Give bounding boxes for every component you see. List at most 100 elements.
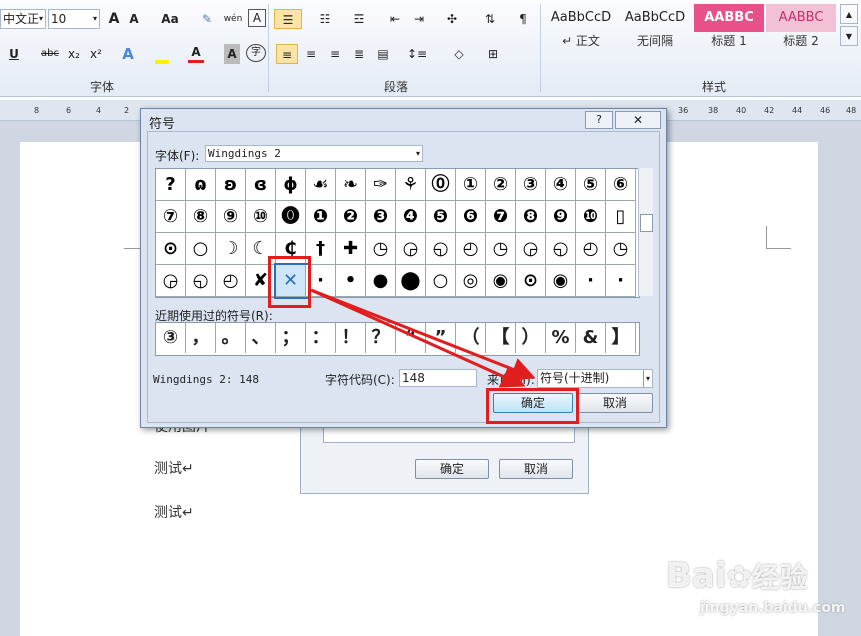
- symbol-cell[interactable]: ❼: [486, 201, 516, 233]
- symbol-cell[interactable]: ⓪: [426, 169, 456, 201]
- symbol-cell[interactable]: ⊙: [156, 233, 186, 265]
- symbol-cell[interactable]: ◴: [216, 265, 246, 297]
- recent-symbol-cell[interactable]: 【: [486, 323, 516, 353]
- symbol-cell[interactable]: ◷: [366, 233, 396, 265]
- symbol-cell[interactable]: ⑨: [216, 201, 246, 233]
- align-right-button[interactable]: ≡: [326, 44, 344, 64]
- symbol-cell[interactable]: ⑥: [606, 169, 636, 201]
- symbol-cell[interactable]: ❷: [336, 201, 366, 233]
- symbol-cell[interactable]: ⓿: [276, 201, 306, 233]
- superscript-button[interactable]: x²: [88, 44, 104, 64]
- distribute-button[interactable]: ▤: [374, 44, 392, 64]
- symbol-cell[interactable]: ◎: [456, 265, 486, 297]
- symbol-cell[interactable]: ʚ: [216, 169, 246, 201]
- recent-symbol-cell[interactable]: 】: [606, 323, 636, 353]
- shrink-font-button[interactable]: A: [126, 9, 142, 29]
- text-effects-button[interactable]: A: [120, 44, 136, 64]
- symbol-cell[interactable]: ⑤: [576, 169, 606, 201]
- numbering-button[interactable]: ☷: [312, 9, 338, 29]
- symbol-cell[interactable]: ❻: [456, 201, 486, 233]
- symbol-cell[interactable]: ◵: [546, 233, 576, 265]
- line-spacing-button[interactable]: ↕≡: [404, 44, 430, 64]
- char-shading-button[interactable]: A: [224, 44, 240, 64]
- style-heading-1[interactable]: AABBC 标题 1: [694, 4, 764, 56]
- change-case-button[interactable]: Aa: [158, 9, 182, 29]
- underline-button[interactable]: U: [6, 44, 22, 64]
- symbol-cell[interactable]: ❽: [516, 201, 546, 233]
- styles-scroll-up-button[interactable]: ▲: [840, 4, 858, 24]
- symbol-cell[interactable]: ·: [576, 265, 606, 297]
- symbol-cell[interactable]: ○: [186, 233, 216, 265]
- symbol-cell[interactable]: ☙: [306, 169, 336, 201]
- recent-symbol-cell[interactable]: 、: [246, 323, 276, 353]
- symbol-cell[interactable]: ○: [426, 265, 456, 297]
- symbol-cell[interactable]: ◉: [486, 265, 516, 297]
- char-border-button[interactable]: A: [248, 9, 266, 27]
- symbol-cell[interactable]: ◴: [576, 233, 606, 265]
- font-color-button[interactable]: A: [188, 44, 204, 63]
- symbol-cell[interactable]: ④: [546, 169, 576, 201]
- symbol-cell[interactable]: ❧: [336, 169, 366, 201]
- recent-symbol-cell[interactable]: “: [396, 323, 426, 353]
- background-cancel-button[interactable]: 取消: [499, 459, 573, 479]
- symbol-cell[interactable]: ❶: [306, 201, 336, 233]
- recent-symbol-cell[interactable]: ）: [516, 323, 546, 353]
- enclose-char-button[interactable]: 字: [246, 44, 266, 62]
- increase-indent-button[interactable]: ⇥: [410, 9, 428, 29]
- symbol-cell[interactable]: ◉: [546, 265, 576, 297]
- recent-symbol-cell[interactable]: %: [546, 323, 576, 353]
- symbol-cell[interactable]: ◷: [606, 233, 636, 265]
- symbol-cell[interactable]: ❾: [546, 201, 576, 233]
- from-select[interactable]: 符号(十进制) ▾: [537, 369, 653, 388]
- recent-symbol-cell[interactable]: ”: [426, 323, 456, 353]
- symbol-cell[interactable]: ⑩: [246, 201, 276, 233]
- symbol-cell[interactable]: ☽: [216, 233, 246, 265]
- recent-symbol-cell[interactable]: ：: [306, 323, 336, 353]
- symbol-cell[interactable]: ●: [366, 265, 396, 297]
- symbol-cell[interactable]: ❺: [426, 201, 456, 233]
- recent-symbol-cell[interactable]: ？: [366, 323, 396, 353]
- symbol-cell[interactable]: ⊙: [516, 265, 546, 297]
- borders-button[interactable]: ⊞: [480, 44, 506, 64]
- symbol-cell[interactable]: ⑧: [186, 201, 216, 233]
- style-no-spacing[interactable]: AaBbCcD 无间隔: [620, 4, 690, 56]
- symbol-cell[interactable]: ◷: [486, 233, 516, 265]
- recent-symbol-cell[interactable]: &: [576, 323, 606, 353]
- justify-button[interactable]: ≣: [350, 44, 368, 64]
- strikethrough-button[interactable]: abc: [38, 44, 62, 64]
- clear-format-button[interactable]: ✎: [198, 9, 216, 29]
- symbol-cell[interactable]: ◵: [186, 265, 216, 297]
- symbol-cell[interactable]: ③: [516, 169, 546, 201]
- phonetic-guide-button[interactable]: wén: [222, 9, 244, 29]
- highlight-button[interactable]: [152, 44, 172, 64]
- multilevel-list-button[interactable]: ☲: [346, 9, 372, 29]
- recent-symbol-cell[interactable]: 。: [216, 323, 246, 353]
- symbol-cell[interactable]: ·: [606, 265, 636, 297]
- scroll-thumb[interactable]: [640, 214, 653, 232]
- symbol-cell[interactable]: ◴: [456, 233, 486, 265]
- font-select[interactable]: Wingdings 2 ▾: [205, 145, 423, 162]
- symbol-cell[interactable]: ❹: [396, 201, 426, 233]
- bullets-button[interactable]: ☰: [274, 9, 302, 29]
- grow-font-button[interactable]: A: [106, 9, 122, 29]
- sort-button[interactable]: ⇅: [480, 9, 500, 29]
- symbol-cell[interactable]: ◶: [396, 233, 426, 265]
- font-name-combo[interactable]: 中文正 ▾: [0, 9, 46, 29]
- symbol-cell[interactable]: ①: [456, 169, 486, 201]
- decrease-indent-button[interactable]: ⇤: [386, 9, 404, 29]
- font-size-combo[interactable]: 10 ▾: [48, 9, 100, 29]
- cancel-button[interactable]: 取消: [577, 393, 653, 413]
- symbol-cell[interactable]: ❿: [576, 201, 606, 233]
- style-heading-2[interactable]: AABBC 标题 2: [766, 4, 836, 56]
- style-normal[interactable]: AaBbCcD ↵ 正文: [546, 4, 616, 56]
- char-code-input[interactable]: 148: [399, 369, 477, 387]
- symbol-cell[interactable]: ②: [486, 169, 516, 201]
- symbol-cell[interactable]: ɷ: [186, 169, 216, 201]
- symbol-cell[interactable]: ◵: [426, 233, 456, 265]
- show-marks-button[interactable]: ¶: [514, 9, 532, 29]
- recent-symbol-cell[interactable]: ；: [276, 323, 306, 353]
- recent-symbol-cell[interactable]: ，: [186, 323, 216, 353]
- symbol-cell[interactable]: ✑: [366, 169, 396, 201]
- close-button[interactable]: ✕: [615, 111, 661, 129]
- help-button[interactable]: ?: [585, 111, 613, 129]
